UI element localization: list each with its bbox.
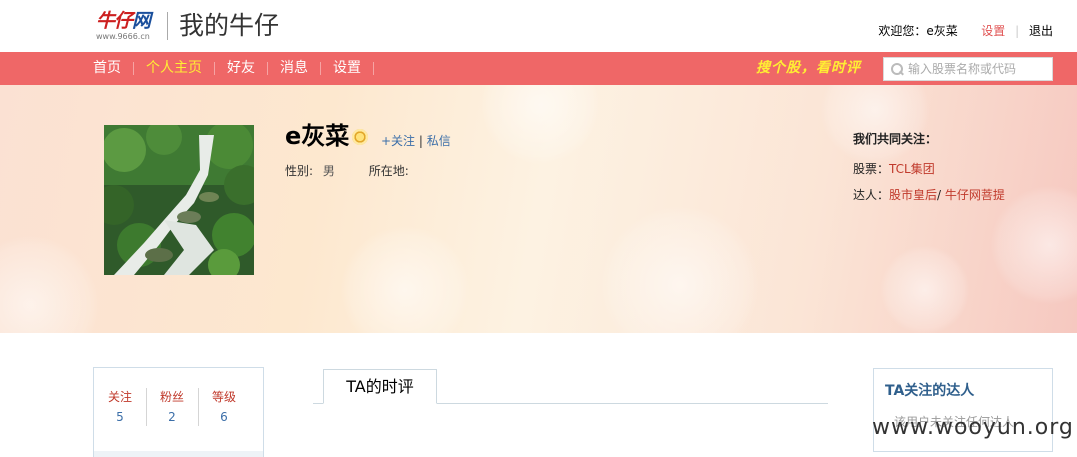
private-message-button[interactable]: 私信 [427,134,451,148]
stock-search-box [883,57,1053,81]
nav-separator [320,62,321,75]
gender-value: 男 [322,164,335,178]
common-follows-heading: 我们共同关注： [853,132,938,146]
stat-label: 等级 [211,390,236,404]
user-links: 欢迎您：e灰菜 设置 | 退出 [878,22,1053,40]
nav-item-profile[interactable]: 个人主页 [146,52,202,85]
expert-link[interactable]: 股市皇后 [889,188,937,202]
tab-commentary[interactable]: TA的时评 [323,369,437,404]
stats-panel-footer [94,451,263,457]
stat-following[interactable]: 关注 5 [94,389,146,425]
stats-panel: 关注 5 粉丝 2 等级 6 [93,367,264,457]
logo-text-blue: 网 [132,10,151,32]
nav-item-settings[interactable]: 设置 [333,52,361,85]
actions-divider: | [418,134,423,148]
follow-button[interactable]: +关注 [381,134,415,148]
stat-level: 等级 6 [198,389,250,425]
watermark: www.wooyun.org [872,415,1074,440]
stock-link[interactable]: TCL集团 [889,162,935,176]
site-logo[interactable]: 牛仔网 www.9666.cn [96,10,162,44]
nav-separator [373,62,374,75]
top-header: 牛仔网 www.9666.cn 我的牛仔 欢迎您：e灰菜 设置 | 退出 [0,0,1077,52]
common-experts-row: 达人：股市皇后/ 牛仔网菩提 [853,187,1005,203]
search-icon [890,62,904,76]
site-title: 我的牛仔 [179,11,280,40]
profile-username: e灰菜 [285,122,350,150]
common-follows: 我们共同关注： 股票：TCL集团 达人：股市皇后/ 牛仔网菩提 [853,131,1005,213]
user-links-separator [968,24,972,38]
stat-value: 2 [168,410,176,424]
decorative-orb [0,235,100,333]
stat-label: 关注 [107,390,132,404]
followed-experts-title: TA关注的达人 [885,383,975,399]
profile-actions: +关注 | 私信 [381,133,451,149]
stock-search-input[interactable] [908,62,1048,76]
decorative-orb [480,85,600,165]
expert-separator: / [937,188,942,202]
decorative-orb [880,245,970,333]
settings-link[interactable]: 设置 [981,24,1005,38]
stocks-label: 股票： [853,162,890,176]
decorative-orb [600,205,760,333]
logo-url: www.9666.cn [96,32,150,41]
avatar[interactable] [104,125,254,275]
logo-text-red: 牛仔 [96,10,133,32]
logout-link[interactable]: 退出 [1029,24,1053,38]
nav-separator [133,62,134,75]
expert-link[interactable]: 牛仔网菩提 [945,188,1005,202]
page: 牛仔网 www.9666.cn 我的牛仔 欢迎您：e灰菜 设置 | 退出 首页 … [0,0,1077,457]
user-links-separator: | [1015,24,1020,38]
profile-meta: 性别: 男 所在地: [285,163,409,179]
search-slogan: 搜个股，看时评 [756,60,861,76]
nav-items: 首页 个人主页 好友 消息 设置 [93,52,386,85]
nav-separator [267,62,268,75]
nav-item-messages[interactable]: 消息 [280,52,308,85]
location-label: 所在地: [368,164,409,178]
stat-value: 6 [220,410,228,424]
decorative-orb [340,225,470,333]
avatar-waterfall-image [104,125,254,275]
profile-banner: e灰菜 +关注 | 私信 性别: 男 所在地: 我们共同关注： 股票：TCL集团… [0,85,1077,333]
stat-fans[interactable]: 粉丝 2 [146,389,198,425]
welcome-text: 欢迎您：e灰菜 [878,24,958,38]
stat-value: 5 [116,410,124,424]
logo-divider [167,12,168,40]
gender-label: 性别: [285,164,314,178]
stat-label: 粉丝 [159,390,184,404]
common-stocks-row: 股票：TCL集团 [853,161,1005,177]
nav-item-friends[interactable]: 好友 [227,52,255,85]
vip-badge-icon [352,129,368,145]
nav-separator [214,62,215,75]
nav-item-home[interactable]: 首页 [93,52,121,85]
experts-label: 达人： [853,188,890,202]
